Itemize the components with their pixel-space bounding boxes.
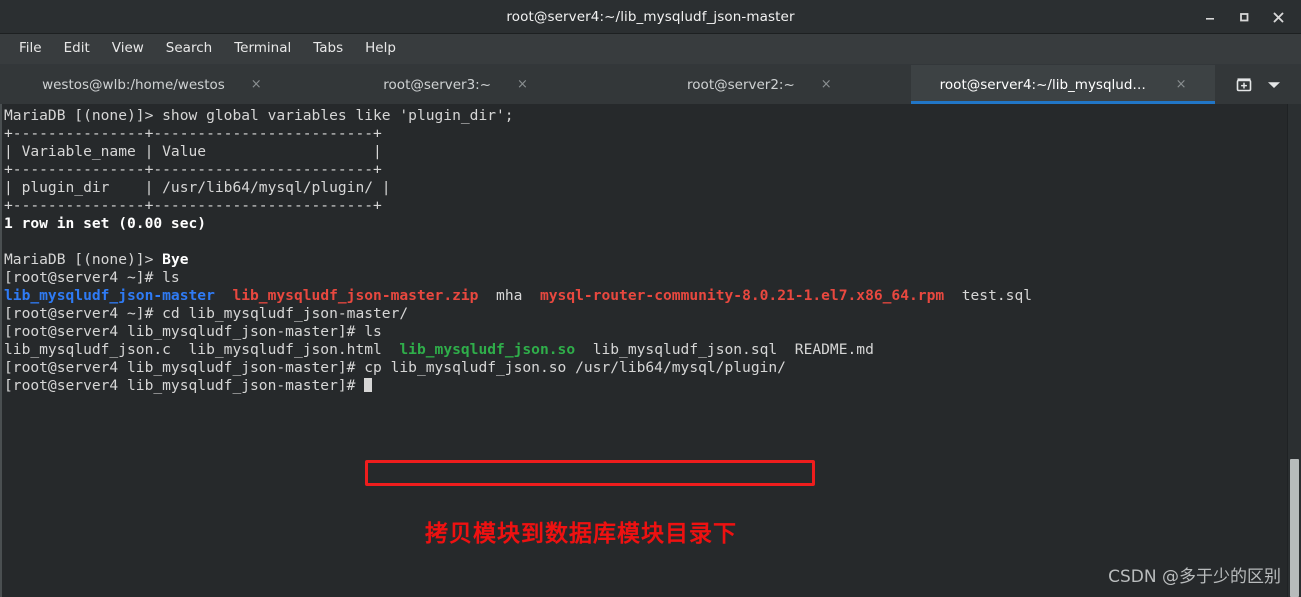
menu-item-help[interactable]: Help bbox=[354, 38, 407, 60]
menu-item-view[interactable]: View bbox=[101, 38, 155, 60]
tab-label: root@server4:~/lib_mysqludf_jso… bbox=[939, 76, 1150, 93]
terminal-text: test.sql bbox=[944, 287, 1033, 304]
terminal-line: lib_mysqludf_json.c lib_mysqludf_json.ht… bbox=[4, 341, 1301, 359]
menu-item-tabs[interactable]: Tabs bbox=[302, 38, 354, 60]
vertical-scrollbar[interactable] bbox=[1287, 104, 1301, 597]
new-tab-icon[interactable] bbox=[1235, 76, 1253, 94]
annotation-text: 拷贝模块到数据库模块目录下 bbox=[425, 521, 737, 547]
terminal-text: Bye bbox=[162, 251, 189, 268]
close-icon[interactable] bbox=[1261, 0, 1295, 34]
menu-item-edit[interactable]: Edit bbox=[53, 38, 101, 60]
terminal-text: 1 row in set (0.00 sec) bbox=[4, 215, 207, 232]
tab-root-server4[interactable]: root@server4:~/lib_mysqludf_jso… × bbox=[911, 65, 1215, 104]
terminal-text: [root@server4 lib_mysqludf_json-master]# bbox=[4, 377, 365, 394]
scrollbar-thumb[interactable] bbox=[1290, 459, 1299, 597]
terminal-text: +---------------+-----------------------… bbox=[4, 161, 382, 178]
terminal-text: [root@server4 lib_mysqludf_json-master]#… bbox=[4, 323, 382, 340]
terminal-text: MariaDB [(none)]> bbox=[4, 251, 163, 268]
watermark: CSDN @多于少的区别 bbox=[1108, 567, 1281, 587]
terminal-line: +---------------+-----------------------… bbox=[4, 161, 1301, 179]
terminal-line: [root@server4 lib_mysqludf_json-master]# bbox=[4, 377, 1301, 395]
terminal-line: [root@server4 lib_mysqludf_json-master]#… bbox=[4, 359, 1301, 377]
terminal-line: +---------------+-----------------------… bbox=[4, 125, 1301, 143]
window-title: root@server4:~/lib_mysqludf_json-master bbox=[506, 8, 795, 25]
terminal-line: [root@server4 lib_mysqludf_json-master]#… bbox=[4, 323, 1301, 341]
minimize-icon[interactable] bbox=[1193, 0, 1227, 34]
chevron-down-icon[interactable] bbox=[1267, 80, 1281, 90]
terminal-line: MariaDB [(none)]> Bye bbox=[4, 251, 1301, 269]
terminal-text: lib_mysqludf_json.sql README.md bbox=[575, 341, 874, 358]
menu-bar: File Edit View Search Terminal Tabs Help bbox=[0, 34, 1301, 65]
tab-bar-actions bbox=[1215, 65, 1301, 104]
tab-westos-home[interactable]: westos@wlb:/home/westos × bbox=[0, 65, 304, 104]
terminal-text: lib_mysqludf_json.so bbox=[399, 341, 576, 358]
tab-close-icon[interactable]: × bbox=[821, 78, 832, 91]
terminal-line: [root@server4 ~]# ls bbox=[4, 269, 1301, 287]
terminal-text: | Variable_name | Value | bbox=[4, 143, 382, 160]
terminal-text: +---------------+-----------------------… bbox=[4, 125, 382, 142]
menu-item-terminal[interactable]: Terminal bbox=[223, 38, 302, 60]
terminal-cursor bbox=[364, 378, 373, 392]
terminal-text: [root@server4 lib_mysqludf_json-master]#… bbox=[4, 359, 786, 376]
terminal-line: lib_mysqludf_json-master lib_mysqludf_js… bbox=[4, 287, 1301, 305]
terminal-line: +---------------+-----------------------… bbox=[4, 197, 1301, 215]
terminal-text: lib_mysqludf_json-master bbox=[4, 287, 215, 304]
terminal-text: lib_mysqludf_json.c lib_mysqludf_json.ht… bbox=[4, 341, 400, 358]
title-bar: root@server4:~/lib_mysqludf_json-master bbox=[0, 0, 1301, 34]
terminal-text: MariaDB [(none)]> show global variables … bbox=[4, 107, 514, 124]
tab-root-server2[interactable]: root@server2:~ × bbox=[607, 65, 912, 104]
terminal-text: [root@server4 ~]# ls bbox=[4, 269, 180, 286]
tab-label: root@server2:~ bbox=[687, 76, 795, 93]
tab-close-icon[interactable]: × bbox=[1176, 78, 1187, 91]
terminal-window: root@server4:~/lib_mysqludf_json-master … bbox=[0, 0, 1301, 597]
terminal-text: mysql-router-community-8.0.21-1.el7.x86_… bbox=[539, 287, 945, 304]
terminal-text: lib_mysqludf_json-master.zip bbox=[232, 287, 479, 304]
terminal-text: mha bbox=[478, 287, 540, 304]
terminal-body[interactable]: MariaDB [(none)]> show global variables … bbox=[0, 104, 1301, 597]
tab-label: root@server3:~ bbox=[383, 76, 492, 93]
tab-label: westos@wlb:/home/westos bbox=[42, 76, 225, 93]
terminal-line: | Variable_name | Value | bbox=[4, 143, 1301, 161]
tab-root-server3[interactable]: root@server3:~ × bbox=[303, 65, 608, 104]
terminal-line: MariaDB [(none)]> show global variables … bbox=[4, 107, 1301, 125]
menu-item-search[interactable]: Search bbox=[155, 38, 223, 60]
menu-item-file[interactable]: File bbox=[8, 38, 53, 60]
terminal-text: | plugin_dir | /usr/lib64/mysql/plugin/ … bbox=[4, 179, 391, 196]
terminal-line: 1 row in set (0.00 sec) bbox=[4, 215, 1301, 233]
tab-close-icon[interactable]: × bbox=[517, 78, 528, 91]
terminal-line: [root@server4 ~]# cd lib_mysqludf_json-m… bbox=[4, 305, 1301, 323]
maximize-icon[interactable] bbox=[1227, 0, 1261, 34]
terminal-text: [root@server4 ~]# cd lib_mysqludf_json-m… bbox=[4, 305, 409, 322]
tab-close-icon[interactable]: × bbox=[251, 78, 262, 91]
window-controls bbox=[1193, 0, 1295, 34]
tab-bar: westos@wlb:/home/westos × root@server3:~… bbox=[0, 65, 1301, 104]
terminal-line: | plugin_dir | /usr/lib64/mysql/plugin/ … bbox=[4, 179, 1301, 197]
terminal-text: +---------------+-----------------------… bbox=[4, 197, 382, 214]
